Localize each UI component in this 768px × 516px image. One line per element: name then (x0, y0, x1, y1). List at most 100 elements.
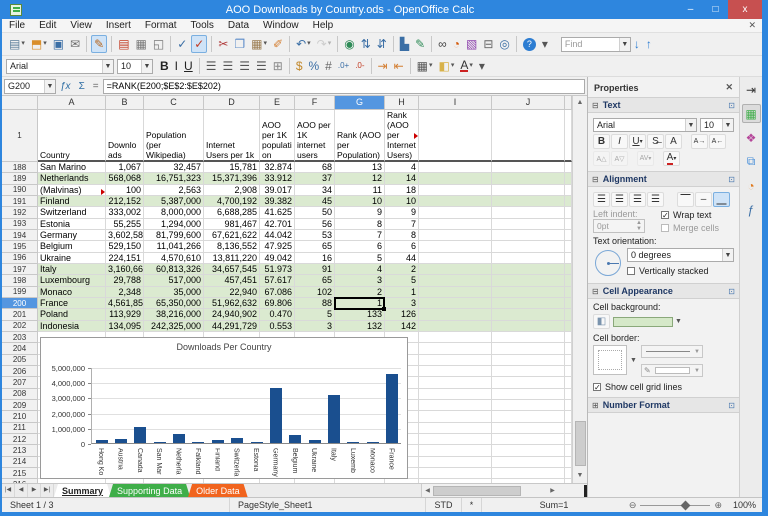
cell[interactable] (492, 331, 565, 344)
cell[interactable] (419, 218, 492, 230)
cell[interactable] (419, 229, 492, 242)
cell[interactable]: 10 (335, 195, 385, 208)
cell[interactable]: AOO per 1K internet users (295, 110, 335, 162)
cell[interactable]: San Marino (38, 162, 106, 174)
cell[interactable] (492, 399, 565, 412)
menu-insert[interactable]: Insert (99, 19, 138, 33)
cell[interactable]: 8 (385, 229, 419, 242)
align-right-button[interactable]: ☰ (629, 192, 646, 207)
cell[interactable]: 242,325,000 (144, 320, 204, 332)
cell[interactable] (419, 354, 492, 366)
cell[interactable]: Monaco (38, 286, 106, 298)
cell[interactable]: Internet Users per 1k (204, 110, 260, 162)
sheet-nav-icon[interactable]: ▶ (28, 484, 41, 497)
selection-mode-indicator[interactable]: STD (426, 498, 462, 512)
cell[interactable]: 15,781 (204, 162, 260, 174)
cell[interactable]: 51.973 (260, 263, 295, 276)
cell[interactable]: 113,929 (106, 309, 144, 321)
save-icon[interactable]: ▣ (51, 35, 66, 53)
paint-can-icon[interactable]: ◧ (593, 314, 610, 329)
dropdown-arrow-icon[interactable]: ▾ (469, 57, 473, 75)
functions-deck-icon[interactable]: ƒ (742, 200, 761, 219)
column-header-F[interactable]: F (295, 96, 335, 110)
cell[interactable] (419, 365, 492, 378)
column-header-G[interactable]: G (335, 96, 385, 110)
menu-view[interactable]: View (63, 19, 99, 33)
spellcheck-icon[interactable]: ✓ (175, 35, 189, 53)
cell[interactable]: 32.874 (260, 162, 295, 174)
cell[interactable]: 65 (295, 241, 335, 253)
cell[interactable]: 51,962,632 (204, 297, 260, 310)
cell[interactable]: 224,151 (106, 252, 144, 264)
shrink-font-button[interactable]: A▽ (611, 151, 628, 166)
cell[interactable] (38, 479, 106, 483)
copy-icon[interactable]: ❐ (232, 35, 247, 53)
row-header-203[interactable]: 203 (2, 331, 38, 344)
dropdown-arrow-icon[interactable]: ▾ (43, 35, 47, 53)
menu-data[interactable]: Data (221, 19, 256, 33)
align-center-icon[interactable]: ☰ (220, 57, 235, 75)
cell[interactable]: 9 (335, 207, 385, 219)
vertically-stacked-checkbox[interactable] (627, 267, 635, 275)
properties-deck-icon[interactable]: ▦ (741, 104, 761, 123)
cell[interactable] (419, 263, 492, 276)
help-icon[interactable]: ? (521, 35, 538, 53)
cell[interactable] (419, 309, 492, 321)
cell[interactable] (492, 297, 565, 310)
cell[interactable] (419, 241, 492, 253)
cell[interactable] (419, 343, 492, 355)
cell[interactable] (492, 229, 565, 242)
shadow-button[interactable]: A (665, 134, 682, 149)
sidebar-collapse-icon[interactable]: ⇥ (742, 80, 761, 99)
cell[interactable]: Netherlands (38, 173, 106, 185)
cell[interactable] (492, 422, 565, 434)
background-color-swatch[interactable] (613, 316, 673, 327)
indent-decrease-icon[interactable]: ⇤ (392, 57, 406, 75)
strikethrough-button[interactable]: S̶ (647, 134, 664, 149)
cell[interactable] (492, 110, 565, 162)
cell[interactable] (492, 411, 565, 423)
dropdown-arrow-icon[interactable]: ▾ (640, 138, 643, 145)
gallery-deck-icon[interactable]: ⧉ (742, 152, 761, 171)
cell[interactable] (335, 479, 385, 483)
cell[interactable] (419, 320, 492, 332)
cell[interactable] (419, 207, 492, 219)
cell[interactable]: 100 (106, 184, 144, 196)
cell[interactable]: 11 (335, 184, 385, 196)
dialog-launcher-icon[interactable]: ⊡ (728, 287, 735, 296)
redo-icon[interactable]: ↷ ▾ (315, 35, 334, 53)
insert-chart-icon[interactable]: ▙ (398, 35, 411, 53)
italic-button[interactable]: I (611, 134, 628, 149)
row-header-213[interactable]: 213 (2, 445, 38, 457)
cell[interactable]: 47.925 (260, 241, 295, 253)
cell[interactable]: 102 (295, 286, 335, 298)
cell[interactable]: 333,002 (106, 207, 144, 219)
cell[interactable] (492, 184, 565, 196)
close-document-icon[interactable]: ✕ (748, 20, 756, 31)
dialog-launcher-icon[interactable]: ⊡ (728, 175, 735, 184)
cell[interactable]: 1 (385, 286, 419, 298)
cell[interactable]: Luxembourg (38, 275, 106, 287)
styles-deck-icon[interactable]: ❖ (742, 128, 761, 147)
font-color-button[interactable]: A ▾ (663, 151, 680, 166)
dropdown-arrow-icon[interactable]: ▼ (102, 59, 113, 73)
cell[interactable]: 34,657,545 (204, 263, 260, 276)
collapse-icon[interactable]: ⊟ (592, 175, 599, 184)
border-selector[interactable] (593, 345, 627, 375)
cell[interactable]: 5 (335, 252, 385, 264)
row-header-191[interactable]: 191 (2, 195, 38, 208)
row-header-197[interactable]: 197 (2, 263, 38, 276)
hyperlink-icon[interactable]: ◉ (342, 35, 356, 53)
cell[interactable]: 8,136,552 (204, 241, 260, 253)
underline-button[interactable]: U (182, 57, 195, 75)
align-justify-button[interactable]: ☰ (647, 192, 664, 207)
cell[interactable] (492, 207, 565, 219)
edit-mode-icon[interactable]: ✎ (91, 35, 108, 53)
cell[interactable]: 34 (295, 184, 335, 196)
cell[interactable]: 39.017 (260, 184, 295, 196)
sheet-nav-icon[interactable]: ◀ (15, 484, 28, 497)
cell[interactable]: 6 (335, 241, 385, 253)
cell[interactable] (492, 252, 565, 264)
row-header-195[interactable]: 195 (2, 241, 38, 253)
row-header-190[interactable]: 190 (2, 184, 38, 196)
